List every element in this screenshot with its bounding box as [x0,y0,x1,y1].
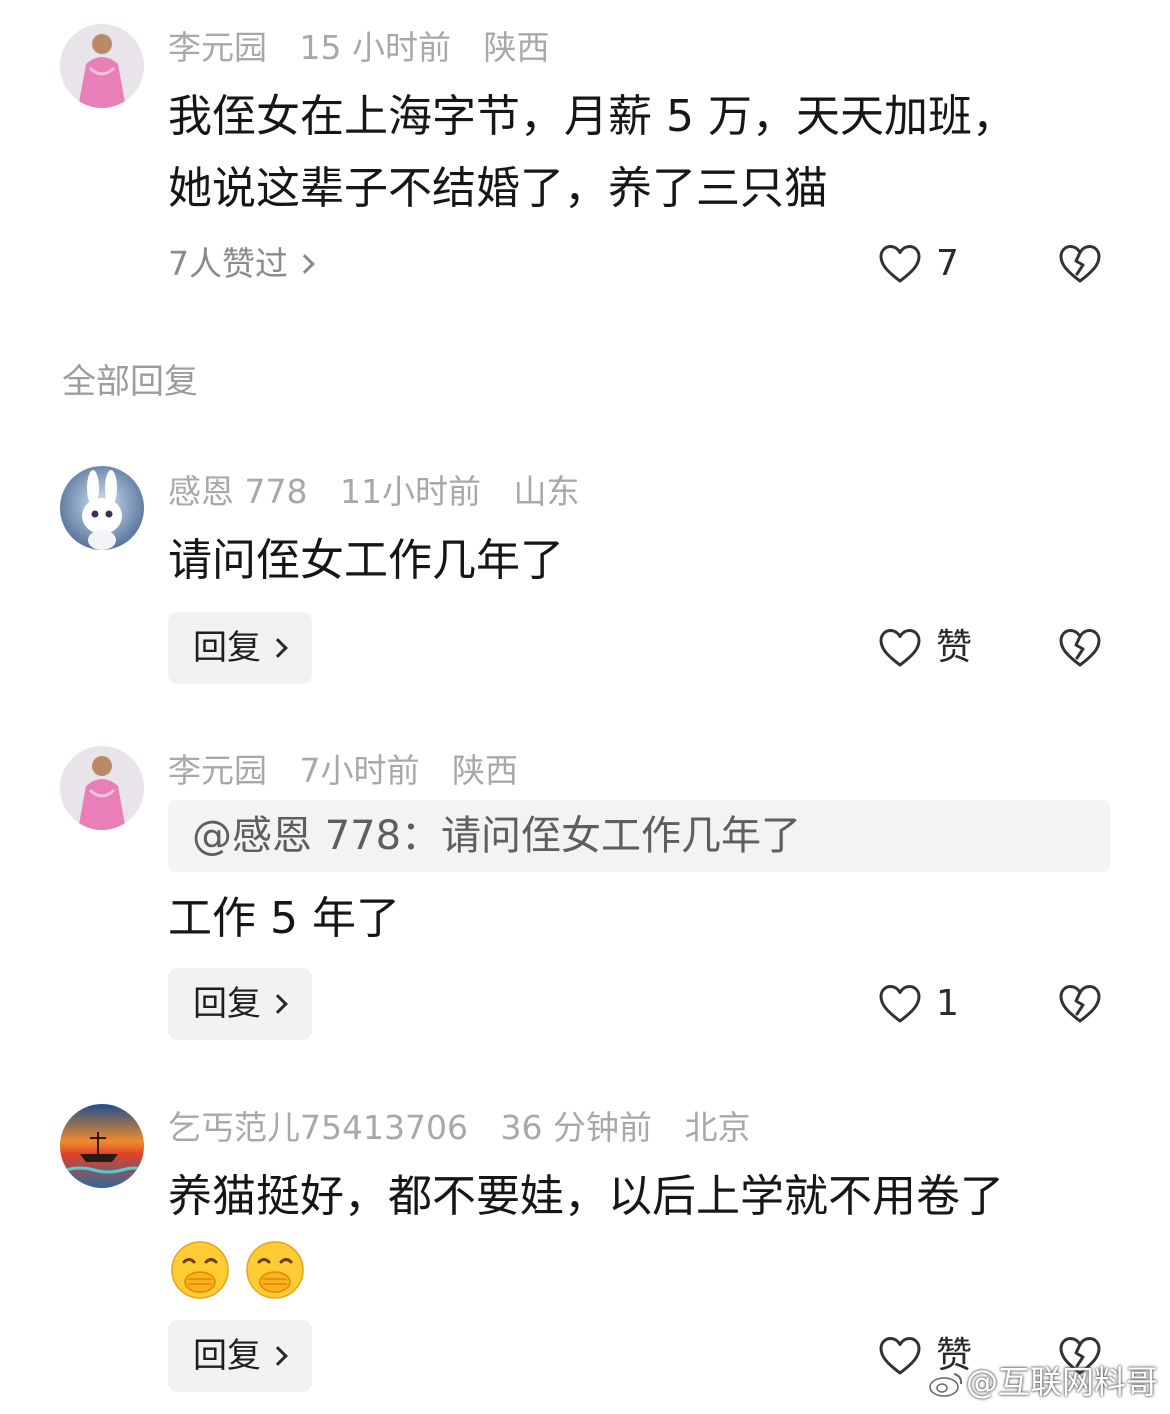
reply-button-label: 回复 [193,984,261,1024]
section-title: 全部回复 [62,362,198,402]
comment-time: 15 小时前 [299,28,451,67]
like-count: 7 [936,243,959,284]
reply-button-label: 回复 [193,1336,261,1376]
avatar[interactable] [60,1104,144,1188]
reply-text: 工作 5 年了 [168,893,400,944]
reply-time: 7小时前 [299,751,420,790]
reply-time: 36 分钟前 [500,1108,652,1147]
hand-over-mouth-emoji [170,1240,230,1300]
reply-button[interactable]: 回复 [168,1320,312,1392]
like-count: 1 [936,983,959,1024]
comment-text-line-1: 我侄女在上海字节，月薪 5 万，天天加班， [168,91,1016,142]
like-label: 赞 [936,627,973,668]
reply-text: 养猫挺好，都不要娃，以后上学就不用卷了 [168,1171,1004,1222]
heart-outline-icon[interactable] [878,243,922,285]
reply-button-label: 回复 [193,628,261,668]
chevron-right-icon [268,638,288,658]
weibo-logo-icon [929,1373,963,1397]
reply-button[interactable]: 回复 [168,968,312,1040]
username[interactable]: 李元园 [168,28,267,67]
chevron-right-icon [268,1346,288,1366]
username[interactable]: 乞丐范儿75413706 [168,1108,468,1147]
reply-meta: 李元园 7小时前 陕西 [168,751,540,791]
hand-over-mouth-emoji [245,1240,305,1300]
likers-label: 7人赞过 [168,244,288,283]
reply-meta: 感恩 778 11小时前 山东 [168,472,601,512]
quoted-reply: @感恩 778：请问侄女工作几年了 [168,800,1110,872]
comment-location: 陕西 [483,28,550,67]
avatar[interactable] [60,466,144,550]
broken-heart-icon[interactable] [1058,983,1102,1025]
emoji-row [170,1240,315,1304]
watermark-text: @互联网料哥 [965,1363,1158,1401]
watermark: @互联网料哥 [928,1362,1158,1402]
reply-location: 山东 [513,472,580,511]
heart-outline-icon[interactable] [878,627,922,669]
heart-outline-icon[interactable] [878,983,922,1025]
reply-text: 请问侄女工作几年了 [168,535,564,586]
avatar[interactable] [60,24,144,108]
chevron-right-icon [295,254,315,274]
broken-heart-icon[interactable] [1058,243,1102,285]
username[interactable]: 李元园 [168,751,267,790]
likers-link[interactable]: 7人赞过 [168,244,315,284]
heart-outline-icon[interactable] [878,1335,922,1377]
chevron-right-icon [268,994,288,1014]
broken-heart-icon[interactable] [1058,627,1102,669]
avatar[interactable] [60,746,144,830]
comment-text-line-2: 她说这辈子不结婚了，养了三只猫 [168,163,828,214]
reply-location: 北京 [684,1108,751,1147]
reply-meta: 乞丐范儿75413706 36 分钟前 北京 [168,1108,772,1148]
reply-time: 11小时前 [339,472,481,511]
username[interactable]: 感恩 778 [168,472,307,511]
reply-location: 陕西 [452,751,518,790]
reply-button[interactable]: 回复 [168,612,312,684]
comment-meta: 李元园 15 小时前 陕西 [168,28,571,68]
